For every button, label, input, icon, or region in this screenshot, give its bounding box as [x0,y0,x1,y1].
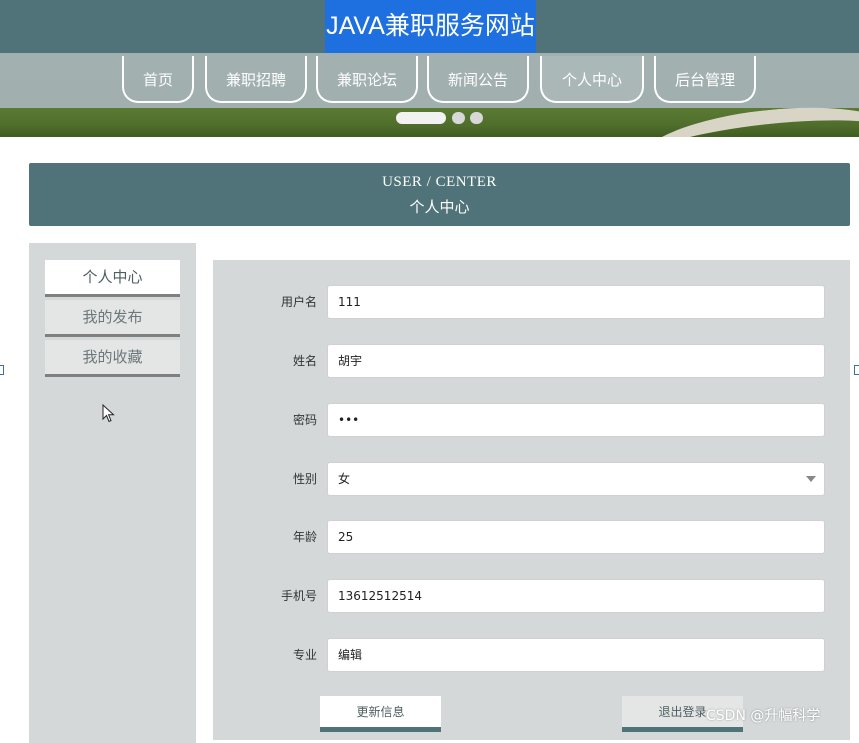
major-label: 专业 [292,648,317,662]
nav-item-user-center[interactable]: 个人中心 [540,56,644,103]
major-field[interactable]: 编辑 [327,638,825,672]
sidebar-item-my-posts[interactable]: 我的发布 [45,300,180,337]
phone-field[interactable]: 13612512514 [327,579,825,613]
username-label: 用户名 [280,295,317,309]
password-field[interactable]: ••• [327,403,825,437]
carousel-dot-2[interactable] [452,112,465,124]
nav-item-forum[interactable]: 兼职论坛 [316,56,418,103]
phone-label: 手机号 [280,589,317,603]
chevron-down-icon [806,476,816,482]
name-field[interactable]: 胡宇 [327,344,825,378]
gender-select[interactable]: 女 [327,462,825,496]
nav-item-admin[interactable]: 后台管理 [654,56,756,103]
password-label: 密码 [292,413,317,427]
username-field[interactable]: 111 [327,285,825,319]
carousel-dot-3[interactable] [470,112,483,124]
left-edge-marker [0,365,4,375]
name-label: 姓名 [292,354,317,368]
age-field[interactable]: 25 [327,520,825,554]
carousel-dot-1[interactable] [396,112,446,124]
age-label: 年龄 [292,530,317,544]
sidebar: 个人中心 我的发布 我的收藏 [29,243,196,743]
sidebar-item-user-center[interactable]: 个人中心 [45,260,180,297]
gender-select-value: 女 [338,472,351,486]
watermark: CSDN @升幅科学 [706,708,821,724]
nav-item-home[interactable]: 首页 [122,56,194,103]
gender-label: 性别 [292,472,317,486]
sidebar-item-my-favorites[interactable]: 我的收藏 [45,340,180,377]
nav-item-jobs[interactable]: 兼职招聘 [205,56,307,103]
section-title-cn: 个人中心 [409,198,470,216]
update-info-button[interactable]: 更新信息 [320,696,441,732]
section-header: USER / CENTER 个人中心 [29,163,850,226]
section-title-en: USER / CENTER [382,174,497,190]
mouse-cursor-icon [102,404,115,423]
nav-item-news[interactable]: 新闻公告 [427,56,529,103]
right-edge-marker [854,365,859,375]
site-title: JAVA兼职服务网站 [325,0,536,53]
